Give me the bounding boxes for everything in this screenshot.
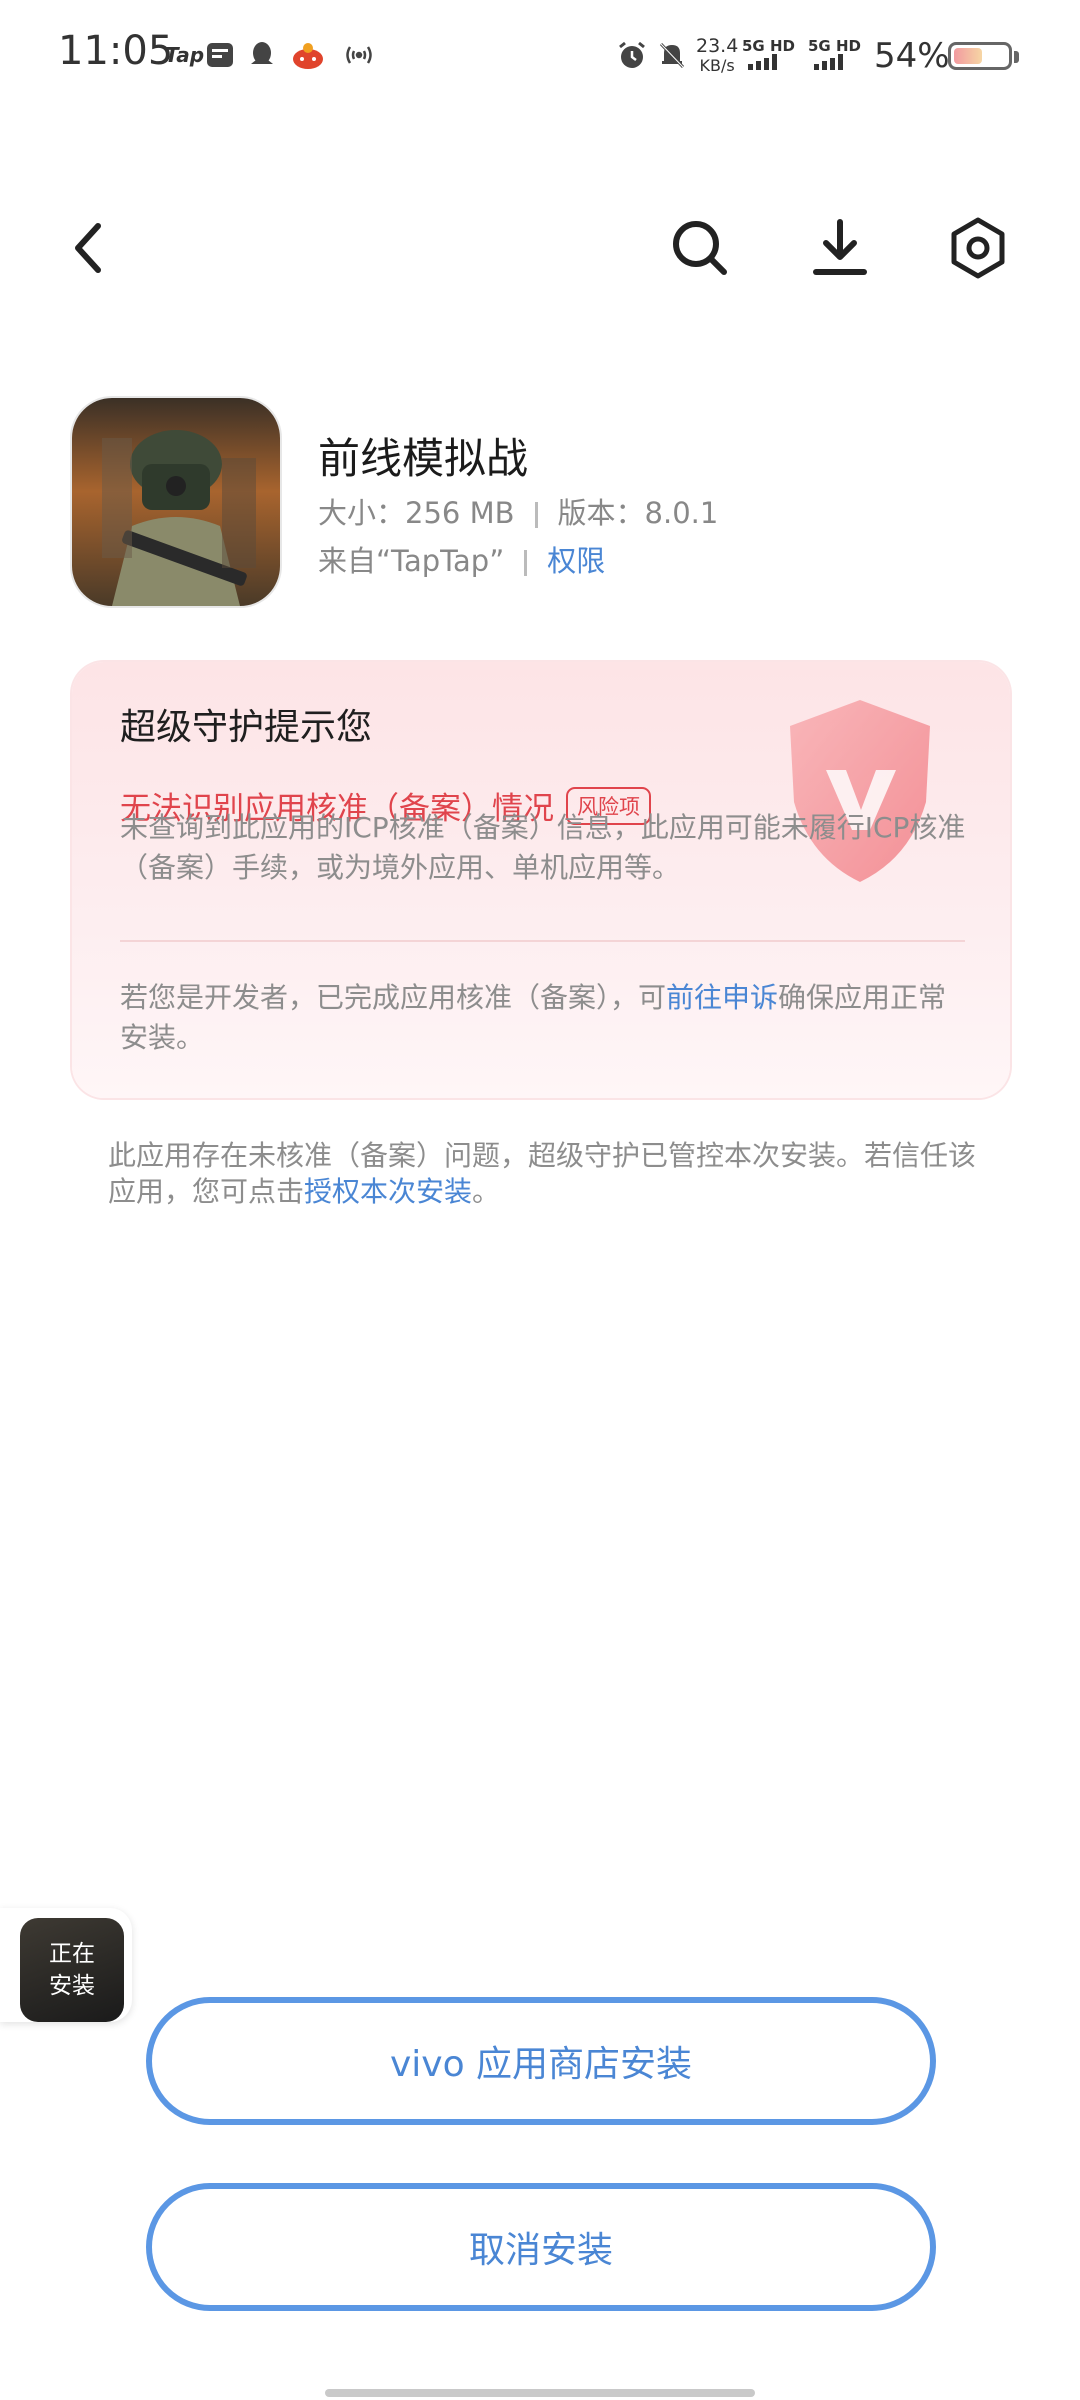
network-speed: 23.4 KB/s [696, 36, 738, 76]
battery-percent: 54% [874, 36, 950, 76]
size-label: 大小： [318, 496, 406, 530]
card-title: 超级守护提示您 [120, 707, 373, 748]
app-meta-size-version: 大小：256 MB 版本：8.0.1 [318, 490, 718, 532]
network-speed-unit: KB/s [699, 56, 735, 75]
sim2-label: 5G HD [808, 37, 861, 55]
sim1-signal: 5G HD [742, 38, 795, 73]
download-button[interactable] [800, 208, 880, 288]
back-button[interactable] [48, 208, 128, 288]
notice-suffix: 。 [472, 1175, 501, 1208]
installing-label-line1: 正在 [49, 1941, 95, 1967]
signal-bars-icon [748, 54, 777, 70]
news-notification-icon [205, 38, 235, 72]
meta-divider [524, 550, 528, 576]
battery-level-fill [954, 48, 982, 64]
install-notice: 此应用存在未核准（备案）问题，超级守护已管控本次安装。若信任该应用，您可点击授权… [108, 1138, 978, 1210]
settings-hexagon-icon [951, 217, 1005, 279]
installing-label: 正在 安装 [49, 1938, 95, 2002]
signal-bars-icon [814, 54, 843, 70]
battery-icon [948, 42, 1012, 70]
qq-notification-icon [248, 38, 276, 72]
soldier-artwork-icon [72, 398, 280, 606]
sim2-signal: 5G HD [808, 38, 861, 73]
alarm-icon [616, 38, 648, 72]
settings-button[interactable] [938, 208, 1018, 288]
appeal-prefix: 若您是开发者，已完成应用核准（备案），可 [120, 981, 667, 1014]
battery-tip [1014, 51, 1019, 63]
risk-description: 未查询到此应用的ICP核准（备案）信息，此应用可能未履行ICP核准（备案）手续，… [120, 811, 966, 884]
store-install-button[interactable]: vivo 应用商店安装 [146, 1997, 936, 2125]
back-arrow-icon [75, 223, 101, 273]
taptap-notification-icon: Tap [165, 43, 205, 67]
sim1-label: 5G HD [742, 37, 795, 55]
installing-label-line2: 安装 [49, 1973, 95, 1999]
permissions-link[interactable]: 权限 [547, 544, 605, 578]
size-value: 256 MB [405, 496, 515, 530]
version-value: 8.0.1 [644, 496, 719, 530]
meta-divider [534, 502, 538, 528]
home-indicator[interactable] [325, 2389, 755, 2397]
source-text: 来自“TapTap” [318, 544, 505, 578]
cancel-install-button[interactable]: 取消安装 [146, 2183, 936, 2311]
card-divider [120, 940, 965, 942]
installing-app-thumbnail[interactable]: 正在 安装 [20, 1918, 124, 2022]
version-label: 版本： [557, 496, 645, 530]
hotspot-icon [342, 38, 376, 72]
notice-prefix: 此应用存在未核准（备案）问题，超级守护已管控本次安装。若信任该应用，您可点击 [108, 1139, 977, 1208]
app-icon [72, 398, 280, 606]
search-button[interactable] [660, 208, 740, 288]
search-icon [673, 221, 727, 275]
developer-appeal-text: 若您是开发者，已完成应用核准（备案），可前往申诉确保应用正常安装。 [120, 978, 970, 1058]
mute-bell-icon [656, 38, 688, 72]
download-icon [813, 219, 867, 275]
network-speed-value: 23.4 [696, 35, 739, 57]
game-notification-icon [290, 38, 326, 72]
status-time: 11:05 [58, 28, 174, 74]
appeal-link[interactable]: 前往申诉 [666, 981, 778, 1014]
app-meta-source: 来自“TapTap” 权限 [318, 538, 605, 580]
authorize-install-link[interactable]: 授权本次安装 [304, 1175, 472, 1208]
app-name: 前线模拟战 [318, 434, 529, 483]
